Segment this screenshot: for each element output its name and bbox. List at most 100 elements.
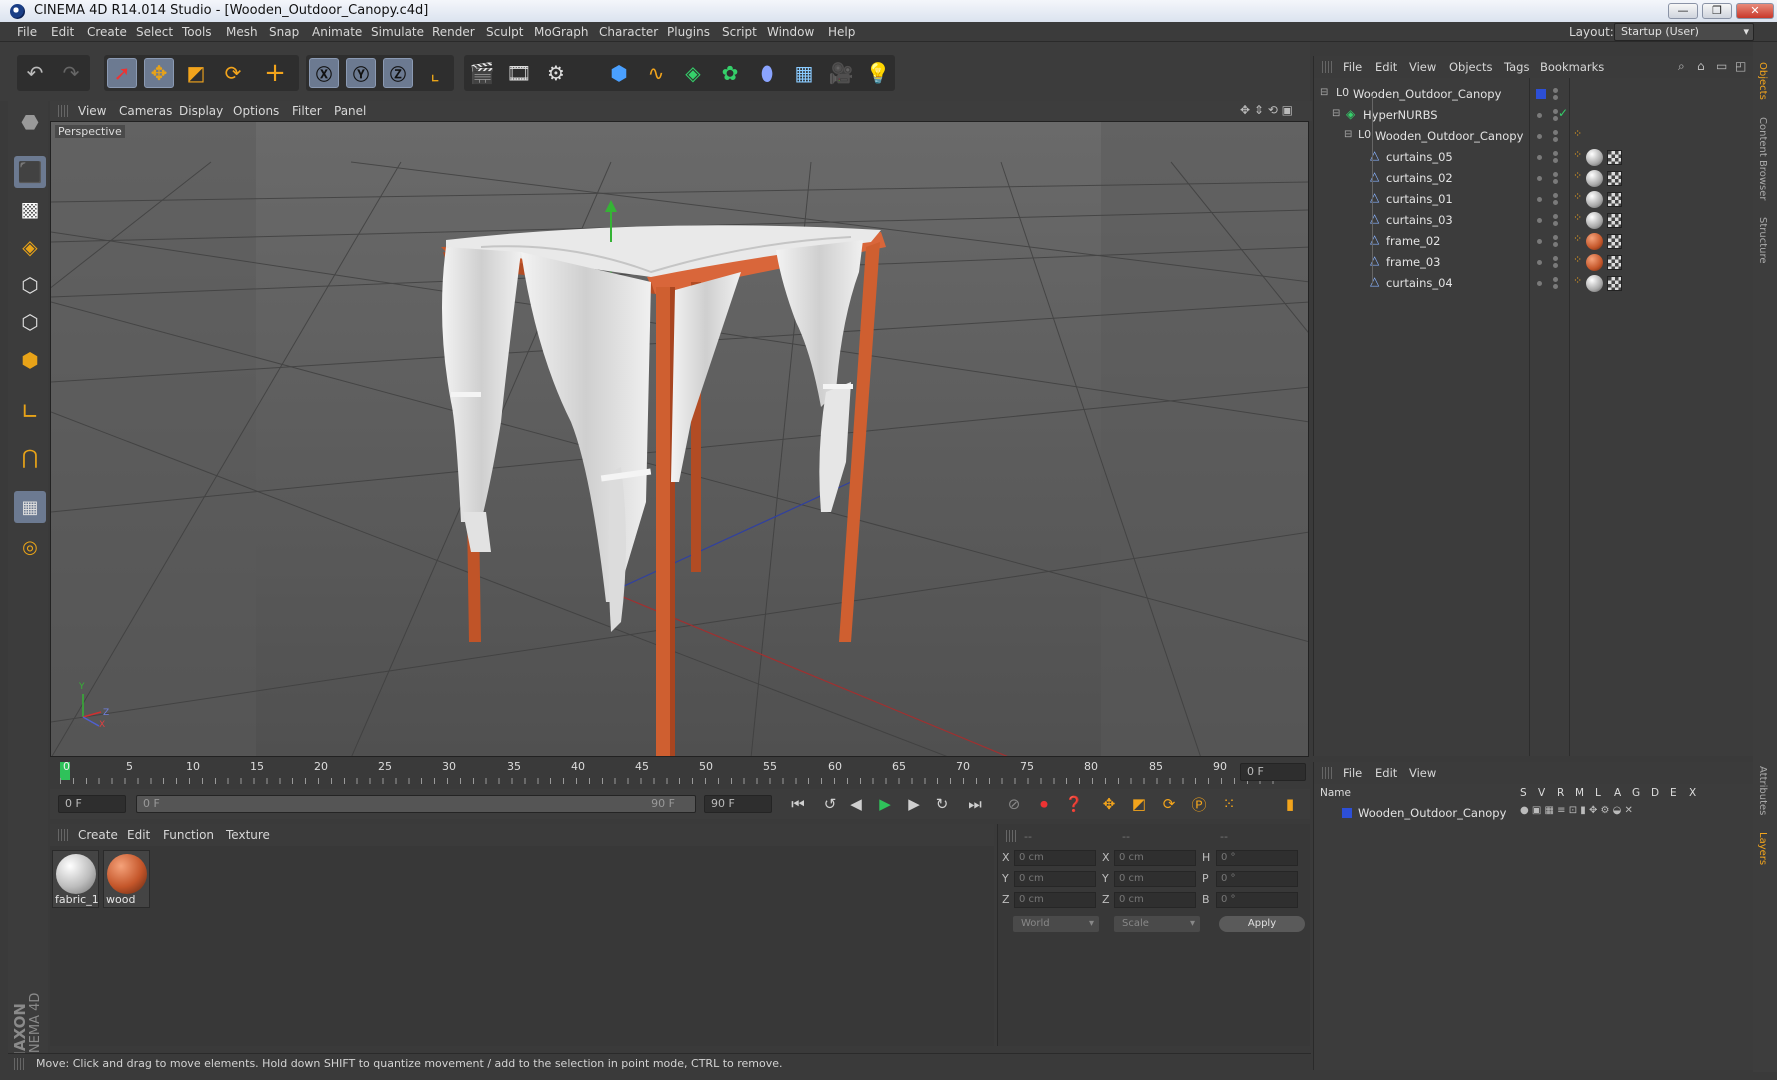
object-row[interactable]: △ curtains_04 ⁘: [1314, 273, 1754, 294]
key-parameter-icon[interactable]: Ⓟ: [1187, 793, 1211, 815]
auto-key-icon[interactable]: ⏺: [1032, 793, 1056, 815]
viewport-menu-options[interactable]: Options: [233, 104, 279, 118]
menu-animate[interactable]: Animate: [312, 25, 362, 39]
pos-x-field[interactable]: 0 cm: [1014, 850, 1096, 866]
rot-h-field[interactable]: 0 °: [1216, 850, 1298, 866]
object-row[interactable]: △ frame_02 ⁘: [1314, 231, 1754, 252]
rot-p-field[interactable]: 0 °: [1216, 871, 1298, 887]
menu-render[interactable]: Render: [432, 25, 475, 39]
uvw-tag-icon[interactable]: [1607, 213, 1622, 228]
minimize-button[interactable]: —: [1668, 3, 1698, 19]
phong-tag-icon[interactable]: ⁘: [1573, 190, 1582, 203]
coordinate-system-icon[interactable]: ⌞: [420, 58, 450, 88]
axis-mode-icon[interactable]: ∟: [14, 396, 46, 428]
object-menu-objects[interactable]: Objects: [1449, 60, 1492, 74]
floor-scene-icon[interactable]: ▦: [789, 58, 819, 88]
layer-menu-view[interactable]: View: [1409, 766, 1436, 780]
editor-visibility-dot[interactable]: [1537, 260, 1542, 265]
object-row[interactable]: △ curtains_03 ⁘: [1314, 210, 1754, 231]
phong-tag-icon[interactable]: ⁘: [1573, 148, 1582, 161]
layout-select[interactable]: Startup (User) ▾: [1614, 23, 1754, 41]
object-row[interactable]: △ frame_03 ⁘: [1314, 252, 1754, 273]
polygons-mode-icon[interactable]: ⬢: [14, 344, 46, 376]
layer-menu-edit[interactable]: Edit: [1375, 766, 1397, 780]
menu-simulate[interactable]: Simulate: [371, 25, 424, 39]
tab-structure[interactable]: Structure: [1757, 217, 1768, 264]
phong-tag-icon[interactable]: ⁘: [1573, 127, 1582, 140]
material-menu-edit[interactable]: Edit: [127, 828, 150, 842]
end-frame-field[interactable]: 90 F: [704, 795, 772, 813]
menu-tools[interactable]: Tools: [182, 25, 212, 39]
editor-visibility-dot[interactable]: [1553, 130, 1558, 135]
uvw-tag-icon[interactable]: [1607, 171, 1622, 186]
x-axis-lock-icon[interactable]: Ⓧ: [309, 58, 339, 88]
menu-window[interactable]: Window: [767, 25, 814, 39]
viewport-navigation-icons[interactable]: ✥ ⇕ ⟲ ▣: [1240, 103, 1293, 117]
col-xref[interactable]: X: [1689, 787, 1696, 799]
y-axis-lock-icon[interactable]: Ⓨ: [346, 58, 376, 88]
light-icon[interactable]: 💡: [863, 58, 893, 88]
phong-tag-icon[interactable]: ⁘: [1573, 232, 1582, 245]
key-rotation-icon[interactable]: ⟳: [1157, 793, 1181, 815]
layer-row[interactable]: Wooden_Outdoor_Canopy ● ▣ ▦ ≡ ⊡ ▮ ✥ ⚙ ◒ …: [1314, 804, 1754, 822]
material-tag-wood[interactable]: [1586, 233, 1603, 250]
uvw-tag-icon[interactable]: [1607, 234, 1622, 249]
step-forward-icon[interactable]: ▶: [902, 793, 926, 815]
live-select-icon[interactable]: ➚: [107, 58, 137, 88]
col-render[interactable]: R: [1557, 787, 1564, 799]
array-icon[interactable]: ✿: [715, 58, 745, 88]
new-view-icon[interactable]: ◰: [1735, 59, 1746, 73]
material-swatch[interactable]: fabric_1: [52, 850, 99, 908]
editor-visibility-dot[interactable]: [1553, 214, 1558, 219]
goto-end-icon[interactable]: ⏭: [963, 793, 987, 815]
render-visibility-dot[interactable]: [1553, 263, 1558, 268]
size-x-field[interactable]: 0 cm: [1114, 850, 1196, 866]
tab-content-browser[interactable]: Content Browser: [1757, 117, 1768, 200]
menu-file[interactable]: File: [17, 25, 37, 39]
pos-y-field[interactable]: 0 cm: [1014, 871, 1096, 887]
viewport-menu-filter[interactable]: Filter: [292, 104, 322, 118]
editor-visibility-dot[interactable]: [1537, 218, 1542, 223]
editor-visibility-dot[interactable]: [1553, 193, 1558, 198]
material-tag-fabric[interactable]: [1586, 212, 1603, 229]
viewport-menu-display[interactable]: Display: [179, 104, 223, 118]
collapse-toggle-icon[interactable]: ⊟: [1344, 129, 1352, 140]
key-position-icon[interactable]: ✥: [1097, 793, 1121, 815]
col-view[interactable]: V: [1538, 787, 1545, 799]
perspective-viewport[interactable]: Perspective Y Z X: [50, 121, 1309, 757]
object-row[interactable]: ⊟ L0 Wooden_Outdoor_Canopy: [1314, 84, 1754, 105]
material-tag-fabric[interactable]: [1586, 275, 1603, 292]
material-menu-texture[interactable]: Texture: [226, 828, 270, 842]
editor-visibility-dot[interactable]: [1537, 113, 1542, 118]
viewport-menu-view[interactable]: View: [78, 104, 106, 118]
menu-mesh[interactable]: Mesh: [226, 25, 258, 39]
viewport-menu-cameras[interactable]: Cameras: [119, 104, 172, 118]
render-visibility-dot[interactable]: [1553, 284, 1558, 289]
editor-visibility-dot[interactable]: [1553, 151, 1558, 156]
goto-start-icon[interactable]: ⏮: [786, 793, 810, 815]
model-mode-icon[interactable]: ⬛: [14, 156, 46, 188]
material-menu-create[interactable]: Create: [78, 828, 118, 842]
redo-icon[interactable]: ↷: [56, 58, 86, 88]
editor-visibility-dot[interactable]: [1537, 281, 1542, 286]
texture-mode-icon[interactable]: ▩: [14, 193, 46, 225]
pos-z-field[interactable]: 0 cm: [1014, 892, 1096, 908]
layer-menu-file[interactable]: File: [1343, 766, 1362, 780]
home-icon[interactable]: ⌂: [1697, 59, 1705, 73]
scale-tool-icon[interactable]: ◩: [181, 58, 211, 88]
next-keyframe-icon[interactable]: ↻: [930, 793, 954, 815]
timeline-ruler[interactable]: 0 5 10 15 20 25 30 35 40 45 50 55 60 65 …: [50, 758, 1310, 786]
render-visibility-dot[interactable]: [1553, 221, 1558, 226]
object-menu-tags[interactable]: Tags: [1504, 60, 1529, 74]
apply-button[interactable]: Apply: [1219, 916, 1305, 932]
frame-range-slider[interactable]: 0 F 90 F: [136, 795, 696, 813]
render-visibility-dot[interactable]: [1553, 200, 1558, 205]
col-expressions[interactable]: E: [1670, 787, 1677, 799]
editor-visibility-dot[interactable]: [1537, 176, 1542, 181]
collapse-toggle-icon[interactable]: ⊟: [1332, 108, 1340, 119]
deformer-icon[interactable]: ⬮: [752, 58, 782, 88]
render-view-icon[interactable]: 🎬: [467, 58, 497, 88]
render-picture-viewer-icon[interactable]: 🎞: [504, 58, 534, 88]
editor-visibility-dot[interactable]: [1553, 88, 1558, 93]
move-tool-icon[interactable]: ✥: [144, 58, 174, 88]
